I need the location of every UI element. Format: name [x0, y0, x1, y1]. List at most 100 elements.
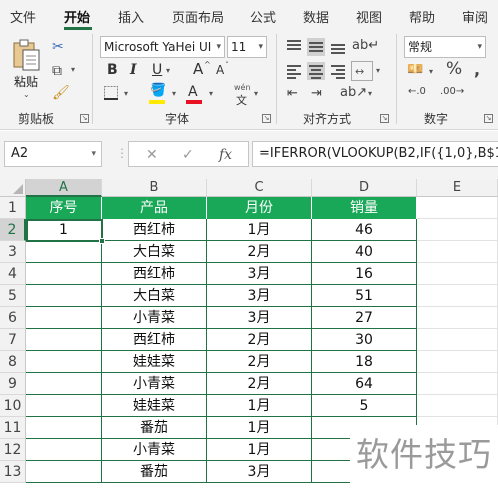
percent-style-button[interactable]: %: [446, 61, 462, 78]
table-cell[interactable]: [26, 373, 102, 395]
splitter-handle-icon[interactable]: ⋮: [116, 146, 128, 160]
tab-formulas[interactable]: 公式: [250, 7, 276, 26]
empty-cell[interactable]: [417, 351, 498, 373]
row-header-3[interactable]: 3: [0, 241, 26, 263]
tab-page-layout[interactable]: 页面布局: [172, 7, 224, 26]
table-cell[interactable]: 小青菜: [102, 373, 207, 395]
tab-view[interactable]: 视图: [356, 7, 382, 26]
column-header-e[interactable]: E: [417, 179, 498, 197]
table-cell[interactable]: [26, 329, 102, 351]
table-cell[interactable]: 3月: [207, 263, 312, 285]
tab-help[interactable]: 帮助: [409, 7, 435, 26]
column-header-d[interactable]: D: [312, 179, 417, 197]
row-header-11[interactable]: 11: [0, 417, 26, 439]
empty-cell[interactable]: [417, 263, 498, 285]
merge-center-icon[interactable]: ↔: [351, 61, 373, 81]
column-header-a[interactable]: A: [26, 179, 102, 197]
fill-color-button[interactable]: 🪣: [148, 84, 168, 104]
table-cell[interactable]: 3月: [207, 285, 312, 307]
table-cell[interactable]: [26, 439, 102, 461]
table-cell[interactable]: 娃娃菜: [102, 351, 207, 373]
paste-button[interactable]: 粘贴 ⌄: [4, 36, 48, 106]
table-cell[interactable]: 1月: [207, 417, 312, 439]
empty-cell[interactable]: [417, 285, 498, 307]
table-cell[interactable]: 30: [312, 329, 417, 351]
table-cell[interactable]: 大白菜: [102, 241, 207, 263]
table-cell[interactable]: 娃娃菜: [102, 395, 207, 417]
orientation-icon[interactable]: ab↗: [340, 86, 367, 99]
table-cell[interactable]: 2月: [207, 373, 312, 395]
align-middle-icon[interactable]: [307, 38, 325, 56]
table-cell[interactable]: [26, 285, 102, 307]
row-header-9[interactable]: 9: [0, 373, 26, 395]
tab-review[interactable]: 审阅: [462, 7, 488, 26]
row-header-6[interactable]: 6: [0, 307, 26, 329]
decrease-indent-icon[interactable]: ⇤: [287, 87, 298, 100]
table-cell[interactable]: [26, 395, 102, 417]
table-cell[interactable]: 1: [26, 219, 102, 241]
table-cell[interactable]: 16: [312, 263, 417, 285]
row-header-7[interactable]: 7: [0, 329, 26, 351]
table-cell[interactable]: 40: [312, 241, 417, 263]
name-box[interactable]: A2 ▾: [4, 141, 102, 167]
tab-home[interactable]: 开始: [64, 7, 90, 26]
row-header-13[interactable]: 13: [0, 461, 26, 483]
underline-button[interactable]: U: [152, 63, 162, 77]
increase-font-size-button[interactable]: A: [193, 62, 203, 77]
tab-file[interactable]: 文件: [10, 7, 36, 26]
table-header-cell[interactable]: 月份: [207, 197, 312, 219]
table-header-cell[interactable]: 产品: [102, 197, 207, 219]
table-cell[interactable]: 番茄: [102, 461, 207, 483]
table-cell[interactable]: 1月: [207, 439, 312, 461]
table-header-cell[interactable]: 序号: [26, 197, 102, 219]
table-cell[interactable]: 46: [312, 219, 417, 241]
select-all-button[interactable]: [0, 179, 26, 197]
table-cell[interactable]: 51: [312, 285, 417, 307]
table-cell[interactable]: [26, 461, 102, 483]
row-header-1[interactable]: 1: [0, 197, 26, 219]
wrap-text-icon[interactable]: ab↵: [352, 39, 379, 52]
dialog-launcher-icon[interactable]: ↘: [484, 114, 493, 123]
empty-cell[interactable]: [417, 395, 498, 417]
table-cell[interactable]: 27: [312, 307, 417, 329]
cancel-icon[interactable]: ✕: [146, 147, 158, 163]
table-cell[interactable]: 小青菜: [102, 307, 207, 329]
row-header-12[interactable]: 12: [0, 439, 26, 461]
table-cell[interactable]: 5: [312, 395, 417, 417]
font-color-button[interactable]: A: [185, 84, 205, 104]
row-header-2[interactable]: 2: [0, 219, 26, 241]
table-cell[interactable]: 2月: [207, 351, 312, 373]
enter-check-icon[interactable]: ✓: [182, 147, 194, 163]
table-cell[interactable]: 1月: [207, 395, 312, 417]
comma-style-icon[interactable]: ,: [474, 62, 480, 78]
table-cell[interactable]: 64: [312, 373, 417, 395]
format-painter-icon[interactable]: 🖌: [52, 86, 70, 100]
table-cell[interactable]: 西红柿: [102, 329, 207, 351]
empty-cell[interactable]: [417, 307, 498, 329]
table-cell[interactable]: [26, 263, 102, 285]
column-header-b[interactable]: B: [102, 179, 207, 197]
table-cell[interactable]: 大白菜: [102, 285, 207, 307]
align-center-icon[interactable]: [307, 62, 325, 80]
font-size-combo[interactable]: 11 ▾: [227, 36, 267, 58]
row-header-8[interactable]: 8: [0, 351, 26, 373]
dialog-launcher-icon[interactable]: ↘: [262, 114, 271, 123]
table-cell[interactable]: 2月: [207, 329, 312, 351]
increase-indent-icon[interactable]: ⇥: [311, 87, 322, 100]
borders-icon[interactable]: [104, 86, 118, 100]
row-header-5[interactable]: 5: [0, 285, 26, 307]
table-cell[interactable]: 西红柿: [102, 263, 207, 285]
italic-button[interactable]: I: [130, 63, 137, 77]
tab-data[interactable]: 数据: [303, 7, 329, 26]
copy-icon[interactable]: ⧉: [52, 64, 62, 78]
decrease-font-size-button[interactable]: A: [216, 64, 224, 76]
row-header-10[interactable]: 10: [0, 395, 26, 417]
decrease-decimal-icon[interactable]: .00→: [440, 87, 464, 97]
table-cell[interactable]: 小青菜: [102, 439, 207, 461]
table-cell[interactable]: [26, 241, 102, 263]
number-format-combo[interactable]: 常规 ▾: [404, 36, 486, 58]
table-cell[interactable]: [26, 307, 102, 329]
empty-cell[interactable]: [417, 219, 498, 241]
table-cell[interactable]: 2月: [207, 241, 312, 263]
dialog-launcher-icon[interactable]: ↘: [380, 114, 389, 123]
